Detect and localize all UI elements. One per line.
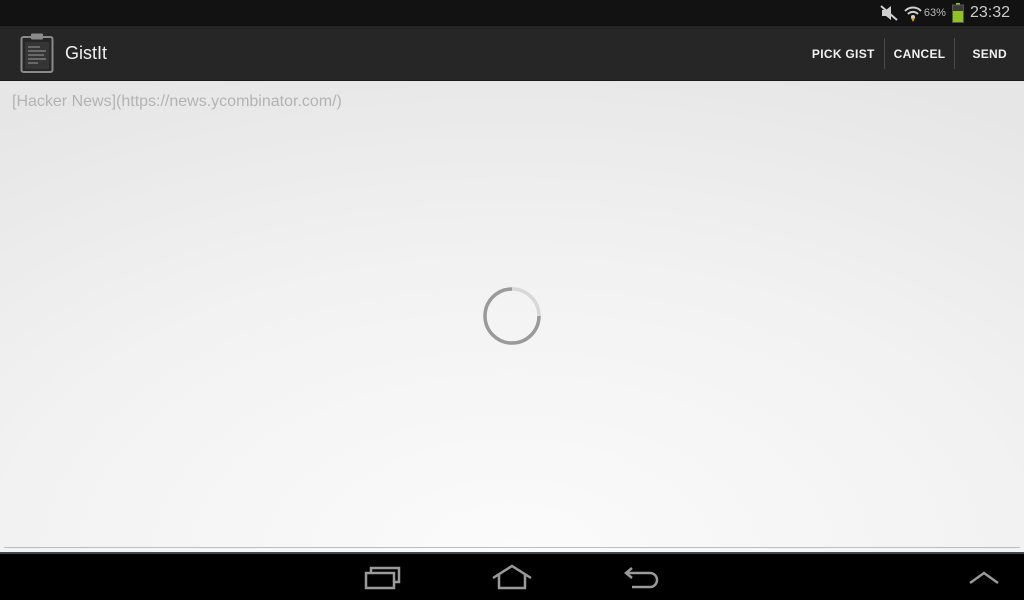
- back-icon[interactable]: [620, 562, 664, 592]
- send-button[interactable]: SEND: [955, 26, 1024, 81]
- pick-gist-button[interactable]: PICK GIST: [803, 26, 884, 81]
- content-area: [Hacker News](https://news.ycombinator.c…: [0, 81, 1024, 554]
- text-field-underline: [4, 547, 1020, 548]
- clipboard-icon[interactable]: [20, 32, 54, 74]
- battery-icon: [951, 3, 964, 23]
- wifi-icon: [904, 4, 922, 22]
- navigation-bar: [0, 554, 1024, 600]
- app-title: GistIt: [65, 43, 108, 63]
- clock: 23:32: [969, 4, 1010, 21]
- spinner-icon: [482, 286, 542, 346]
- status-bar: 63% 23:32: [0, 0, 1024, 26]
- action-buttons: PICK GIST CANCEL SEND: [803, 26, 1024, 81]
- recent-apps-icon[interactable]: [360, 562, 404, 592]
- expand-up-icon[interactable]: [962, 562, 1006, 592]
- screen: 63% 23:32 GistIt PICK GIST CANCEL SEND […: [0, 0, 1024, 600]
- home-icon[interactable]: [490, 562, 534, 592]
- action-bar: GistIt PICK GIST CANCEL SEND: [0, 26, 1024, 81]
- gist-text-field[interactable]: [Hacker News](https://news.ycombinator.c…: [12, 93, 342, 111]
- mute-icon: [880, 5, 898, 21]
- battery-percent: 63%: [923, 7, 946, 19]
- cancel-button[interactable]: CANCEL: [885, 26, 955, 81]
